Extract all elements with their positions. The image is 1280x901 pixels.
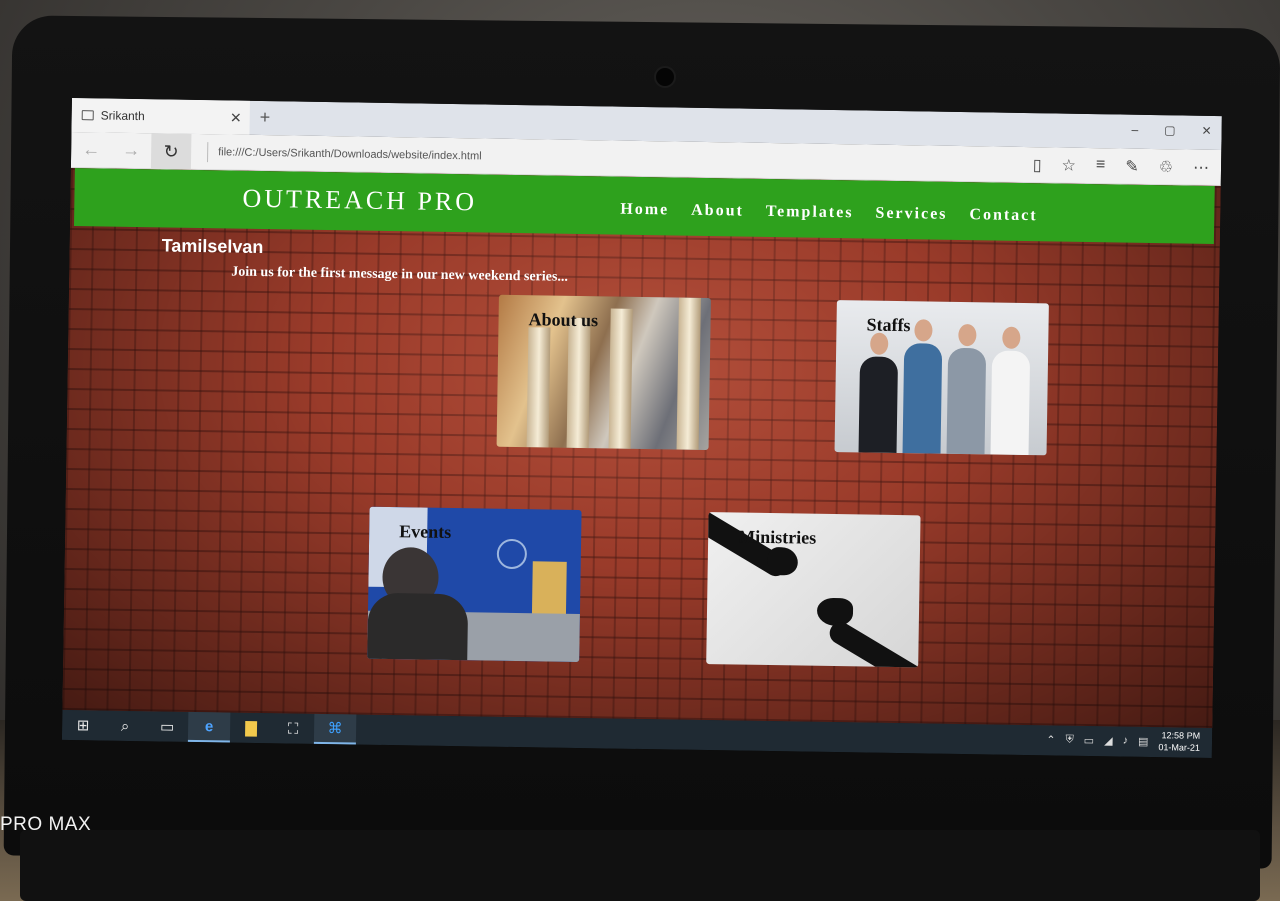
seal-emblem bbox=[496, 538, 528, 570]
store-icon[interactable]: ⛶ bbox=[272, 713, 314, 744]
refresh-icon[interactable]: ↻ bbox=[150, 132, 192, 170]
laptop-base bbox=[20, 830, 1260, 901]
new-tab-button[interactable]: + bbox=[260, 107, 271, 128]
volume-icon[interactable]: ♪ bbox=[1123, 735, 1129, 747]
browser-tab[interactable]: Srikanth ✕ bbox=[71, 98, 250, 135]
address-divider bbox=[207, 141, 209, 162]
window-controls: – ▢ ✕ bbox=[1131, 123, 1211, 138]
card-staffs[interactable]: Staffs bbox=[834, 300, 1049, 456]
tab-title: Srikanth bbox=[100, 108, 145, 124]
staff-head bbox=[914, 319, 933, 342]
clock[interactable]: 12:58 PM 01-Mar-21 bbox=[1158, 729, 1200, 754]
staff-head bbox=[1002, 326, 1021, 349]
nav-contact[interactable]: Contact bbox=[969, 206, 1037, 225]
column-shape bbox=[566, 317, 591, 449]
url-field[interactable]: file:///C:/Users/Srikanth/Downloads/webs… bbox=[218, 146, 482, 162]
card-about-us[interactable]: About us bbox=[496, 294, 711, 451]
system-tray: ⌃ ⛨ ▭ ◢ ♪ ▤ 12:58 PM 01-Mar-21 bbox=[1046, 727, 1200, 753]
site-logo-text[interactable]: OUTREACH PRO bbox=[242, 184, 477, 218]
staff-figure bbox=[946, 347, 987, 455]
nav-home[interactable]: Home bbox=[620, 201, 669, 220]
favorite-star-icon[interactable]: ☆ bbox=[1061, 156, 1076, 176]
column-shape bbox=[676, 297, 701, 450]
card-ministries[interactable]: Ministries bbox=[706, 512, 921, 668]
staff-head bbox=[870, 332, 889, 355]
reading-view-icon[interactable]: ▯ bbox=[1033, 155, 1042, 175]
user-name: Tamilselvan bbox=[161, 235, 264, 258]
site-nav: Home About Templates Services Contact bbox=[620, 201, 1038, 226]
network-icon[interactable]: ◢ bbox=[1104, 734, 1113, 747]
card-events[interactable]: Events bbox=[367, 506, 582, 663]
file-explorer-icon[interactable]: ▇ bbox=[230, 713, 272, 744]
card-label: About us bbox=[528, 309, 599, 331]
website-page: OUTREACH PRO Home About Templates Servic… bbox=[62, 167, 1221, 728]
nav-templates[interactable]: Templates bbox=[766, 203, 854, 222]
card-label: Staffs bbox=[866, 314, 911, 336]
nav-services[interactable]: Services bbox=[875, 205, 947, 224]
search-icon[interactable]: ⌕ bbox=[104, 711, 146, 742]
reaching-hand-shape bbox=[825, 618, 921, 668]
clock-date: 01-Mar-21 bbox=[1158, 742, 1201, 753]
share-icon[interactable]: ♲ bbox=[1159, 157, 1174, 177]
nav-about[interactable]: About bbox=[691, 202, 744, 221]
edge-icon[interactable]: e bbox=[187, 711, 231, 743]
task-view-icon[interactable]: ▭ bbox=[146, 711, 188, 742]
staff-figure bbox=[990, 350, 1031, 456]
vscode-icon[interactable]: ⌘ bbox=[313, 713, 357, 745]
staff-figure bbox=[858, 356, 899, 453]
card-label: Events bbox=[399, 521, 452, 543]
notifications-icon[interactable]: ▤ bbox=[1138, 734, 1149, 747]
hub-icon[interactable]: ≡ bbox=[1096, 156, 1106, 176]
back-icon[interactable]: ← bbox=[71, 139, 111, 161]
hand-shape bbox=[767, 546, 799, 576]
restore-button[interactable]: ▢ bbox=[1164, 123, 1176, 137]
page-icon bbox=[81, 110, 94, 121]
camera-watermark: PRO MAX bbox=[0, 814, 92, 835]
windows-start-icon[interactable]: ⊞ bbox=[62, 710, 104, 741]
web-note-icon[interactable]: ✎ bbox=[1125, 157, 1139, 177]
forward-icon[interactable]: → bbox=[111, 140, 151, 162]
chevron-up-icon[interactable]: ⌃ bbox=[1046, 733, 1055, 746]
staff-figure bbox=[902, 343, 943, 454]
column-shape bbox=[526, 327, 551, 448]
close-window-button[interactable]: ✕ bbox=[1201, 124, 1211, 138]
webcam-icon bbox=[654, 66, 676, 88]
laptop-screen: Srikanth ✕ + – ▢ ✕ ← → ↻ file:///C:/User… bbox=[61, 98, 1222, 758]
security-icon[interactable]: ⛨ bbox=[1065, 733, 1073, 746]
battery-icon[interactable]: ▭ bbox=[1084, 733, 1095, 746]
staff-head bbox=[958, 323, 977, 347]
more-icon[interactable]: ⋯ bbox=[1193, 158, 1209, 178]
close-tab-icon[interactable]: ✕ bbox=[230, 109, 242, 126]
clock-time: 12:58 PM bbox=[1161, 730, 1201, 741]
browser-toolbar: ▯ ☆ ≡ ✎ ♲ ⋯ bbox=[1033, 155, 1210, 178]
column-shape bbox=[608, 308, 633, 449]
card-label: Ministries bbox=[738, 526, 817, 548]
audience-body bbox=[367, 592, 469, 661]
minimize-button[interactable]: – bbox=[1131, 123, 1138, 137]
